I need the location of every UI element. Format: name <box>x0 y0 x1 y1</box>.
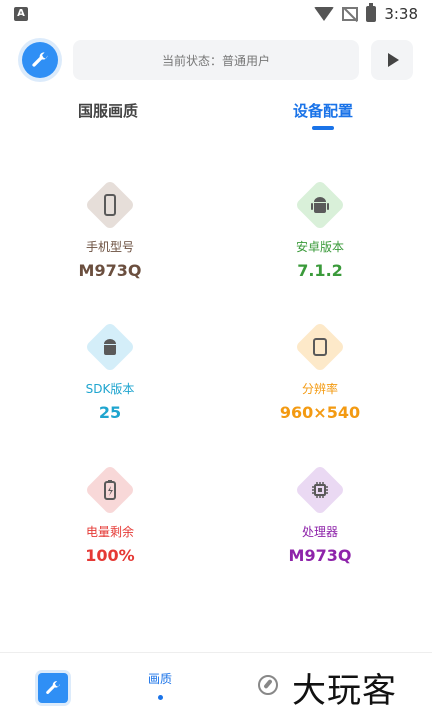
tab-device-config[interactable]: 设备配置 <box>293 100 353 121</box>
wrench-button[interactable] <box>22 42 58 78</box>
top-bar: 当前状态：普通用户 <box>0 40 432 80</box>
android-icon <box>311 197 329 213</box>
battery-status-icon <box>366 3 377 22</box>
tablet-icon-badge <box>294 321 346 373</box>
card-value: 960×540 <box>279 403 361 422</box>
battery-icon-badge <box>84 464 136 516</box>
nav-tools-button[interactable] <box>38 673 68 703</box>
wifi-icon <box>314 7 335 21</box>
card-label: SDK版本 <box>85 382 135 396</box>
card-value: M973Q <box>288 546 352 565</box>
status-bar: A 3:38 <box>0 0 432 28</box>
card-processor: 处理器 M973Q <box>250 464 390 565</box>
app-notification-icon: A <box>14 7 28 21</box>
tab-active-indicator <box>312 126 334 130</box>
android-icon-badge <box>84 321 136 373</box>
card-label: 分辨率 <box>301 382 338 396</box>
bottom-nav: 画质 大玩客 <box>0 652 432 721</box>
card-battery-remaining: 电量剩余 100% <box>40 464 180 565</box>
card-phone-model: 手机型号 M973Q <box>40 179 180 280</box>
tab-cn-quality[interactable]: 国服画质 <box>78 100 138 121</box>
card-android-version: 安卓版本 7.1.2 <box>250 179 390 280</box>
phone-icon-badge <box>84 179 136 231</box>
user-status-text: 当前状态：普通用户 <box>161 53 270 68</box>
nav-quality-tab[interactable]: 画质 <box>148 670 172 687</box>
no-signal-icon <box>342 7 359 21</box>
card-value: M973Q <box>78 261 142 280</box>
battery-icon <box>104 480 116 500</box>
wrench-icon <box>32 52 48 67</box>
chip-icon-badge <box>294 464 346 516</box>
card-sdk-version: SDK版本 25 <box>40 321 180 422</box>
card-label: 手机型号 <box>85 240 134 254</box>
watermark-text: 大玩客 <box>292 671 397 711</box>
card-label: 安卓版本 <box>295 240 344 254</box>
compass-icon[interactable] <box>258 675 278 695</box>
tablet-icon <box>313 338 327 356</box>
status-icons: 3:38 <box>314 3 418 24</box>
android-icon <box>104 339 116 355</box>
chip-icon <box>312 482 328 498</box>
card-value: 7.1.2 <box>297 261 343 280</box>
play-button[interactable] <box>371 40 413 80</box>
card-label: 电量剩余 <box>85 525 134 539</box>
wrench-icon <box>46 681 60 694</box>
nav-active-dot <box>158 695 163 700</box>
android-icon-badge <box>294 179 346 231</box>
card-value: 25 <box>98 403 122 422</box>
card-label: 处理器 <box>301 525 338 539</box>
user-status-field[interactable]: 当前状态：普通用户 <box>73 40 359 80</box>
phone-icon <box>104 194 116 216</box>
card-resolution: 分辨率 960×540 <box>250 321 390 422</box>
status-time: 3:38 <box>384 5 418 23</box>
card-value: 100% <box>85 546 135 565</box>
play-icon <box>388 53 399 67</box>
